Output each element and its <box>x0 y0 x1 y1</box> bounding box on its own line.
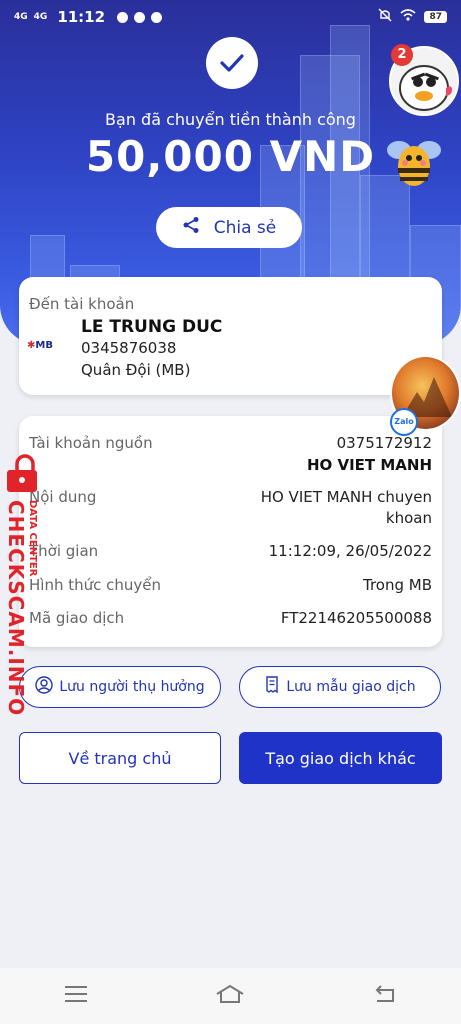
battery-indicator: 87 <box>424 11 447 23</box>
save-template-button[interactable]: Lưu mẫu giao dịch <box>239 666 441 708</box>
receipt-icon <box>264 676 280 698</box>
mute-icon <box>378 8 392 26</box>
source-account-number: 0375172912 <box>336 434 432 452</box>
menu-icon[interactable] <box>64 985 88 1007</box>
watermark-text: CHECKSCAM.INFO <box>4 500 28 717</box>
success-check-icon <box>206 37 258 89</box>
bee-mascot-icon[interactable] <box>385 128 443 192</box>
share-icon <box>182 216 200 239</box>
notification-icon <box>151 11 163 23</box>
user-icon <box>35 676 54 698</box>
recipient-card: Đến tài khoản ✱MB LE TRUNG DUC 034587603… <box>19 277 442 395</box>
source-account-label: Tài khoản nguồn <box>29 434 153 452</box>
save-beneficiary-button[interactable]: Lưu người thụ hưởng <box>19 666 221 708</box>
notification-badge: 2 <box>391 44 413 66</box>
wifi-icon <box>400 9 416 25</box>
messenger-icon <box>134 11 146 23</box>
transaction-id-label: Mã giao dịch <box>29 609 125 627</box>
mb-bank-logo: ✱MB <box>27 340 53 351</box>
status-bar: 4G 4G 11:12 87 <box>0 0 461 34</box>
method-value: Trong MB <box>362 576 432 594</box>
transaction-id-value: FT22146205500088 <box>280 609 432 627</box>
home-button[interactable]: Về trang chủ <box>19 732 221 784</box>
content-value-line2: khoan <box>385 509 432 527</box>
recipient-name: LE TRUNG DUC <box>81 317 223 337</box>
recipient-label: Đến tài khoản <box>29 295 135 313</box>
save-beneficiary-label: Lưu người thụ hưởng <box>59 679 205 695</box>
content-value-line1: HO VIET MANH chuyen <box>260 488 432 506</box>
success-message: Bạn đã chuyển tiền thành công <box>105 110 356 129</box>
source-account-name: HO VIET MANH <box>306 456 432 474</box>
time-value: 11:12:09, 26/05/2022 <box>268 542 432 560</box>
lock-icon <box>4 454 46 494</box>
back-icon[interactable] <box>373 984 397 1008</box>
watermark-subtext: DATA CENTER <box>27 500 38 577</box>
save-template-label: Lưu mẫu giao dịch <box>286 679 416 695</box>
home-icon[interactable] <box>215 984 245 1008</box>
zalo-icon[interactable]: Zalo <box>390 408 418 436</box>
share-button[interactable]: Chia sẻ <box>156 207 302 248</box>
recipient-account: 0345876038 <box>81 339 177 357</box>
signal-indicator-2: 4G <box>33 12 48 22</box>
system-nav-bar <box>0 968 461 1024</box>
recipient-bank: Quân Đội (MB) <box>81 361 191 379</box>
status-time: 11:12 <box>57 8 106 26</box>
method-label: Hình thức chuyển <box>29 576 162 594</box>
messenger-icon <box>117 11 129 23</box>
new-transaction-button[interactable]: Tạo giao dịch khác <box>239 732 442 784</box>
share-label: Chia sẻ <box>213 217 277 238</box>
signal-indicator-1: 4G <box>14 12 28 22</box>
time-label: Thời gian <box>29 542 99 560</box>
transaction-details-card: Tài khoản nguồn 0375172912 HO VIET MANH … <box>19 416 442 647</box>
